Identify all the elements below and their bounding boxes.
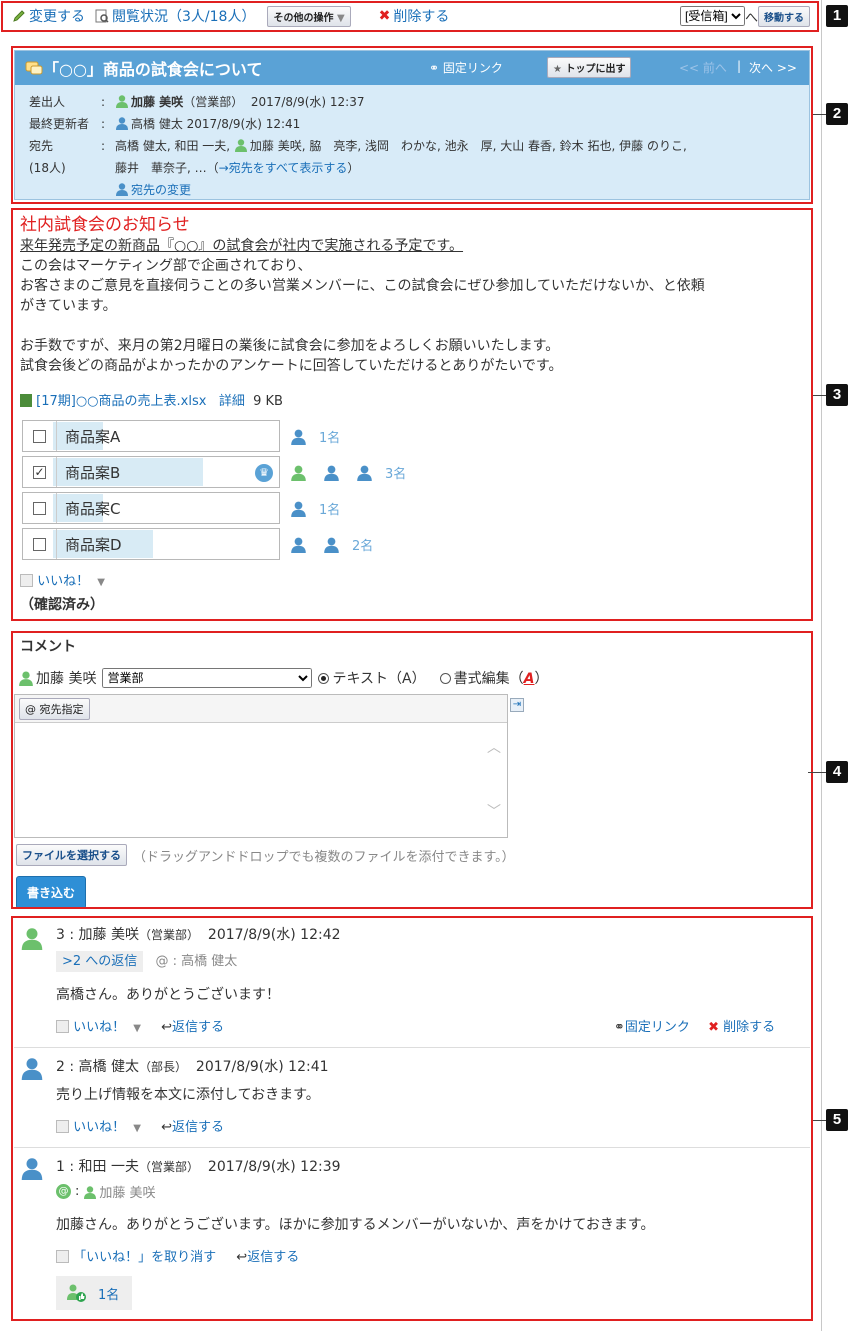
marker-line-2 bbox=[813, 114, 827, 115]
annotation-box-1 bbox=[1, 1, 819, 32]
marker-5: 5 bbox=[826, 1109, 848, 1131]
crown-icon: ♛ bbox=[255, 464, 273, 482]
poll-checkbox[interactable] bbox=[33, 429, 46, 443]
annotation-box-5 bbox=[11, 916, 813, 1321]
poll-checkbox[interactable] bbox=[33, 501, 46, 515]
annotation-box-3 bbox=[11, 208, 813, 621]
marker-line-3 bbox=[813, 395, 827, 396]
poll-label: 商品案C bbox=[65, 499, 121, 518]
marker-2: 2 bbox=[826, 103, 848, 125]
marker-line-4 bbox=[808, 772, 827, 773]
marker-line-5 bbox=[813, 1120, 827, 1121]
poll-checkbox[interactable] bbox=[33, 537, 46, 551]
marker-4: 4 bbox=[826, 761, 848, 783]
annotation-box-2 bbox=[11, 46, 813, 204]
poll-checkbox[interactable]: ✓ bbox=[33, 465, 46, 479]
poll-label: 商品案D bbox=[65, 535, 122, 554]
poll-label: 商品案A bbox=[65, 427, 121, 446]
poll-label: 商品案B bbox=[65, 463, 121, 482]
marker-3: 3 bbox=[826, 384, 848, 406]
marker-1: 1 bbox=[826, 5, 848, 27]
annotation-box-4 bbox=[11, 631, 813, 909]
